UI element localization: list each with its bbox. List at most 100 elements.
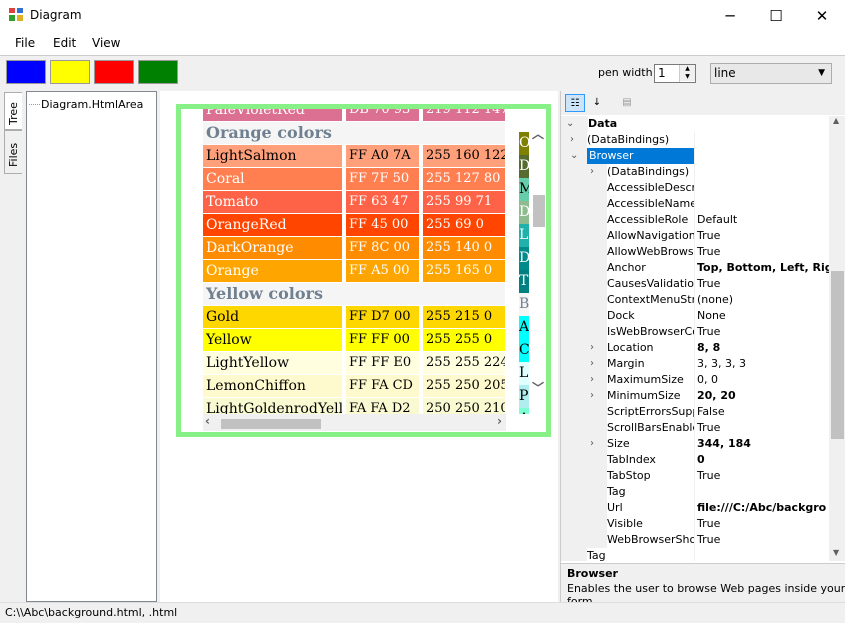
property-value[interactable]: True xyxy=(694,244,829,260)
menu-view[interactable]: View xyxy=(92,36,120,50)
expand-icon[interactable]: › xyxy=(590,340,602,355)
line-style-select[interactable]: line ▼ xyxy=(710,63,832,84)
tab-tree[interactable]: Tree xyxy=(4,92,22,130)
menu-file[interactable]: File xyxy=(15,36,35,50)
tab-files-label: Files xyxy=(7,142,20,167)
grid-scroll-up-icon[interactable]: ▲ xyxy=(833,116,839,125)
scroll-up-icon[interactable]: ︿ xyxy=(532,125,544,142)
property-row[interactable]: CausesValidation True xyxy=(561,276,829,292)
color-swatch-yellow[interactable] xyxy=(50,60,90,84)
property-value[interactable] xyxy=(694,484,829,500)
property-row[interactable]: ScriptErrorsSupprFalse xyxy=(561,404,829,420)
minimize-button[interactable]: ─ xyxy=(707,0,753,31)
expand-icon[interactable]: › xyxy=(590,356,602,371)
pen-width-spinner[interactable]: ▲ ▼ xyxy=(679,65,695,82)
expand-icon[interactable]: › xyxy=(590,436,602,451)
property-pages-icon[interactable]: ▤ xyxy=(617,94,637,112)
property-row[interactable]: › Location 8, 8 xyxy=(561,340,829,356)
expand-icon[interactable]: › xyxy=(590,388,602,403)
property-row[interactable]: AllowNavigation True xyxy=(561,228,829,244)
tab-files[interactable]: Files xyxy=(4,130,22,174)
property-value[interactable]: (none) xyxy=(694,292,829,308)
property-row[interactable]: › Margin 3, 3, 3, 3 xyxy=(561,356,829,372)
expand-icon[interactable]: › xyxy=(570,132,582,147)
spin-up-icon[interactable]: ▲ xyxy=(680,65,695,73)
menu-edit[interactable]: Edit xyxy=(53,36,76,50)
scroll-left-icon[interactable]: ‹ xyxy=(205,414,210,428)
property-value[interactable]: True xyxy=(694,276,829,292)
scroll-down-icon[interactable]: ﹀ xyxy=(532,379,544,396)
property-value[interactable]: 0 xyxy=(694,452,829,468)
property-row[interactable]: AccessibleName xyxy=(561,196,829,212)
property-row[interactable]: Anchor Top, Bottom, Left, Righ xyxy=(561,260,829,276)
property-value[interactable]: True xyxy=(694,468,829,484)
property-value[interactable]: file:///C:/Abc/backgro xyxy=(694,500,829,516)
property-row[interactable]: Tag xyxy=(561,548,829,561)
property-value[interactable] xyxy=(694,164,829,180)
property-row[interactable]: ContextMenuStrip(none) xyxy=(561,292,829,308)
property-value[interactable]: None xyxy=(694,308,829,324)
property-row[interactable]: AllowWebBrowse True xyxy=(561,244,829,260)
property-row[interactable]: Tag xyxy=(561,484,829,500)
grid-scroll-down-icon[interactable]: ▼ xyxy=(833,548,839,557)
maximize-button[interactable]: ☐ xyxy=(753,0,799,31)
property-value[interactable]: Default xyxy=(694,212,829,228)
collapse-icon[interactable]: ⌄ xyxy=(566,116,578,131)
property-row[interactable]: WebBrowserShor True xyxy=(561,532,829,548)
property-row[interactable]: › MinimumSize 20, 20 xyxy=(561,388,829,404)
tree-node[interactable]: Diagram.HtmlArea xyxy=(41,98,143,111)
color-swatch-blue[interactable] xyxy=(6,60,46,84)
property-value[interactable] xyxy=(694,180,829,196)
property-grid[interactable]: ⌄ Data › (DataBindings) ⌄ Browser › (DataBindin… xyxy=(561,116,829,561)
tree-view[interactable]: Diagram.HtmlArea xyxy=(26,91,157,602)
html-area-frame[interactable]: PaleVioletRed DB 70 93 219 112 147 Orange c… xyxy=(176,104,551,437)
property-value[interactable]: 8, 8 xyxy=(694,340,829,356)
property-row[interactable]: › (DataBindings) xyxy=(561,164,829,180)
property-row[interactable]: Visible True xyxy=(561,516,829,532)
categorized-icon[interactable]: ☷ xyxy=(565,94,585,112)
property-value[interactable]: True xyxy=(694,324,829,340)
spin-down-icon[interactable]: ▼ xyxy=(680,73,695,81)
property-value[interactable]: True xyxy=(694,228,829,244)
property-value[interactable]: True xyxy=(694,420,829,436)
property-value[interactable]: Top, Bottom, Left, Righ xyxy=(694,260,829,276)
alphabetical-icon[interactable]: ↓ xyxy=(587,94,607,112)
vertical-scroll-thumb[interactable] xyxy=(533,195,545,227)
property-category[interactable]: ⌄ Data xyxy=(561,116,829,132)
horizontal-scroll-thumb[interactable] xyxy=(221,419,321,429)
property-value[interactable]: 344, 184 xyxy=(694,436,829,452)
expand-icon[interactable]: › xyxy=(590,164,602,179)
property-value[interactable] xyxy=(694,148,829,164)
close-button[interactable]: ✕ xyxy=(799,0,845,31)
property-row[interactable]: ScrollBarsEnablecTrue xyxy=(561,420,829,436)
expand-icon[interactable]: › xyxy=(590,372,602,387)
property-row[interactable]: Dock None xyxy=(561,308,829,324)
property-value[interactable]: True xyxy=(694,516,829,532)
property-row[interactable]: ⌄ Browser xyxy=(561,148,829,164)
property-value[interactable]: True xyxy=(694,532,829,548)
vertical-scrollbar[interactable]: ︿ ﹀ xyxy=(529,125,546,397)
property-value[interactable]: 20, 20 xyxy=(694,388,829,404)
property-row[interactable]: Url file:///C:/Abc/backgro xyxy=(561,500,829,516)
property-value[interactable] xyxy=(694,132,829,148)
property-row[interactable]: › MaximumSize 0, 0 xyxy=(561,372,829,388)
property-row[interactable]: AccessibleRole Default xyxy=(561,212,829,228)
property-row[interactable]: TabStop True xyxy=(561,468,829,484)
color-swatch-green[interactable] xyxy=(138,60,178,84)
property-grid-scroll-thumb[interactable] xyxy=(831,271,844,439)
color-swatch-red[interactable] xyxy=(94,60,134,84)
collapse-icon[interactable]: ⌄ xyxy=(570,148,582,163)
web-browser[interactable]: PaleVioletRed DB 70 93 219 112 147 Orange c… xyxy=(181,109,506,414)
property-value[interactable]: False xyxy=(694,404,829,420)
property-value[interactable]: 0, 0 xyxy=(694,372,829,388)
property-value[interactable] xyxy=(694,548,829,561)
property-value[interactable]: 3, 3, 3, 3 xyxy=(694,356,829,372)
property-name: ScriptErrorsSuppr xyxy=(607,404,694,420)
property-row[interactable]: › Size 344, 184 xyxy=(561,436,829,452)
property-row[interactable]: TabIndex 0 xyxy=(561,452,829,468)
property-row[interactable]: IsWebBrowserCo True xyxy=(561,324,829,340)
property-value[interactable] xyxy=(694,196,829,212)
property-row[interactable]: › (DataBindings) xyxy=(561,132,829,148)
scroll-right-icon[interactable]: › xyxy=(497,414,502,428)
property-row[interactable]: AccessibleDescri xyxy=(561,180,829,196)
